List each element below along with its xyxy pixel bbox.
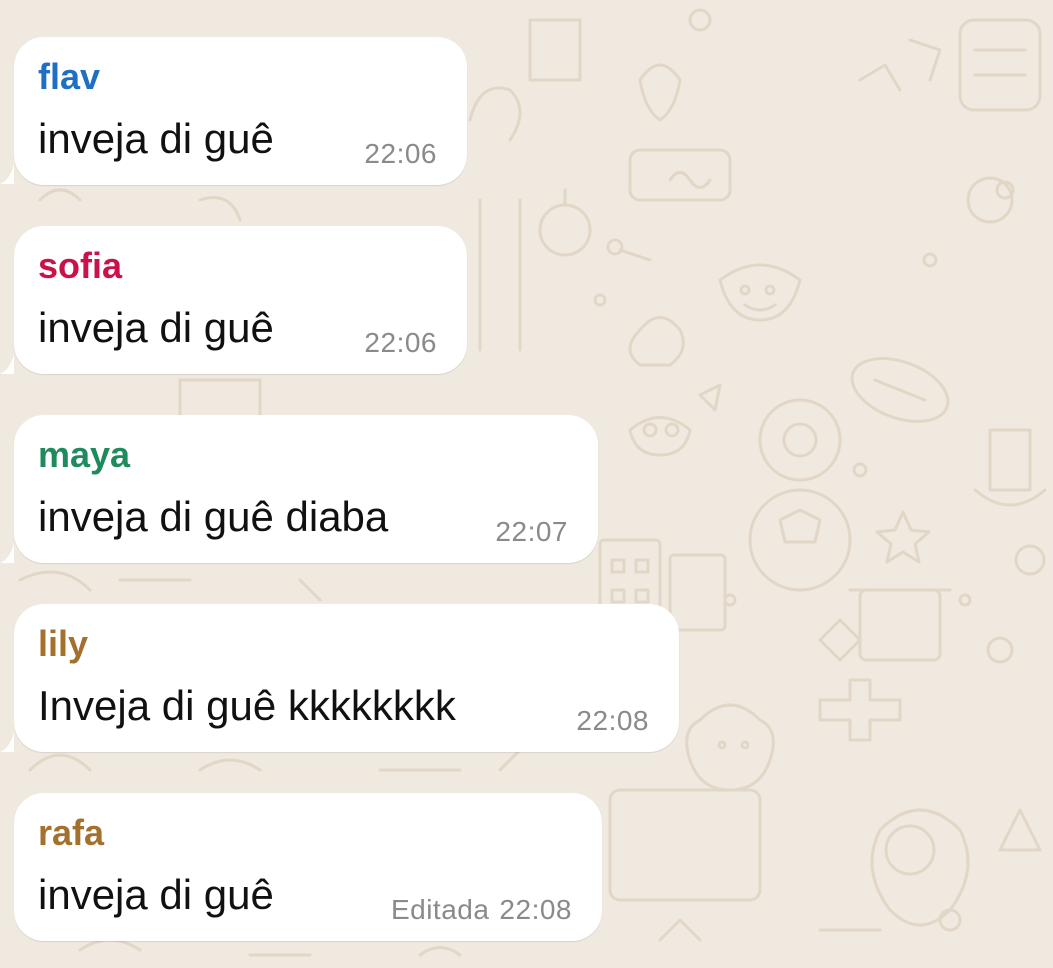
message-bubble[interactable]: sofia inveja di guê 22:06 (14, 226, 467, 374)
message-meta: Editada 22:08 (391, 894, 572, 926)
bubble-tail (0, 543, 14, 563)
message-time: 22:06 (364, 327, 437, 358)
message-time: 22:07 (495, 516, 568, 547)
message-text: inveja di guê (38, 115, 274, 162)
message-bubble[interactable]: rafa inveja di guê Editada 22:08 (14, 793, 602, 941)
sender-name[interactable]: lily (38, 624, 88, 664)
sender-name[interactable]: sofia (38, 246, 122, 286)
message-meta: 22:06 (364, 327, 437, 359)
sender-name[interactable]: flav (38, 57, 100, 97)
message-bubble[interactable]: lily Inveja di guê kkkkkkkk 22:08 (14, 604, 679, 752)
message-meta: 22:08 (576, 705, 649, 737)
edited-label: Editada (390, 894, 490, 925)
message-bubble[interactable]: flav inveja di guê 22:06 (14, 37, 467, 185)
message-time: 22:06 (364, 138, 437, 169)
sender-name[interactable]: rafa (38, 813, 104, 853)
bubble-tail (0, 354, 14, 374)
bubble-tail (0, 164, 14, 184)
bubble-tail (0, 732, 14, 752)
message-time: 22:08 (499, 894, 572, 925)
message-meta: 22:06 (364, 138, 437, 170)
sender-name[interactable]: maya (38, 435, 130, 475)
message-bubble[interactable]: maya inveja di guê diaba 22:07 (14, 415, 598, 563)
message-text: inveja di guê diaba (38, 493, 389, 540)
message-meta: 22:07 (495, 516, 568, 548)
message-time: 22:08 (576, 705, 649, 736)
message-text: inveja di guê (38, 871, 274, 918)
message-text: inveja di guê (38, 304, 274, 351)
message-text: Inveja di guê kkkkkkkk (38, 682, 456, 729)
